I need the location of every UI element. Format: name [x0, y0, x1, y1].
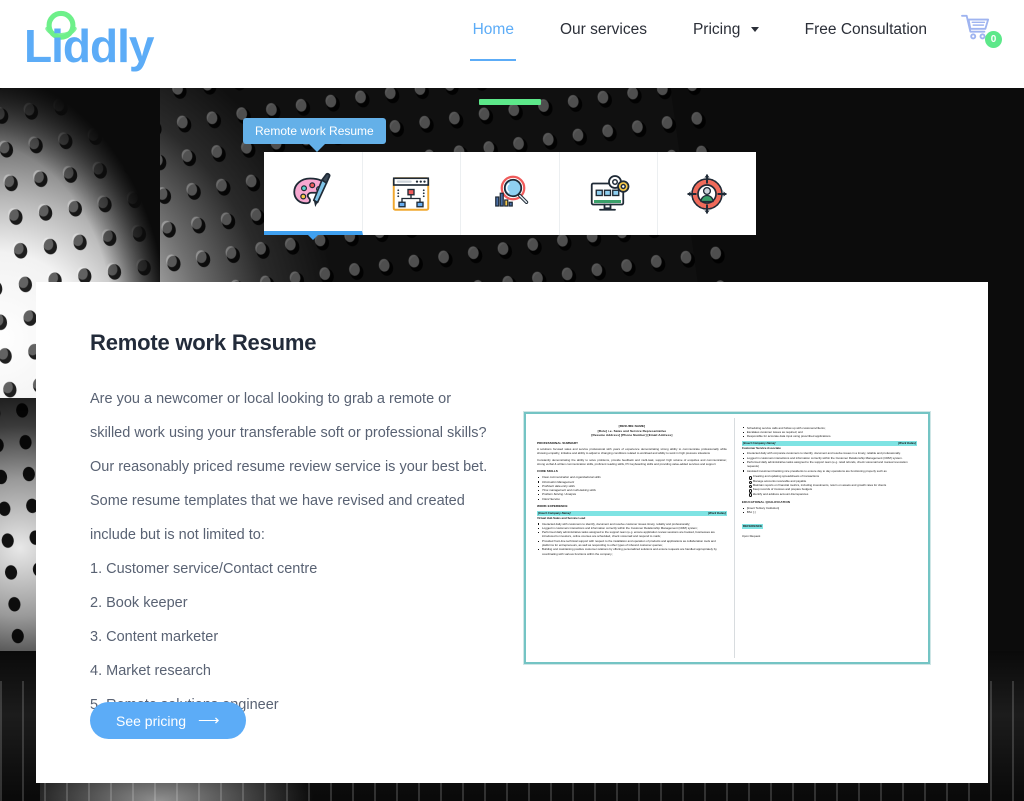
monitor-gears-icon [590, 174, 629, 211]
hero-accent-bar [479, 99, 541, 105]
list-item: 2. Book keeper [90, 595, 188, 611]
resume-summary-p1: A solutions focused sales and service pr… [537, 447, 727, 456]
list-item: 1. Customer service/Contact centre [90, 561, 318, 577]
target-person-icon [687, 173, 727, 214]
resume-bullet: Responsible for accurate data input usin… [742, 434, 917, 438]
resume-core-skills-list: Clear communication and organizational s… [537, 475, 727, 501]
nav-item-home[interactable]: Home [450, 7, 537, 53]
arrow-right-icon: ⟶ [198, 712, 220, 729]
description-line: include but is not limited to: [90, 527, 265, 543]
tab-recruitment[interactable] [658, 152, 756, 235]
resume-page-left: [RESUME NAME] [Role] i.e. Sales and Serv… [530, 418, 735, 658]
list-item: 4. Market research [90, 663, 211, 679]
resume-core-skills-heading: CORE SKILLS [537, 469, 558, 474]
nav-item-pricing[interactable]: Pricing [670, 7, 782, 53]
resume-education-heading: EDUCATIONAL QUALIFICATION [741, 499, 791, 504]
resume-bullet: Assisted investment banking vice preside… [742, 469, 917, 473]
main-nav: Home Our services Pricing Free Consultat… [450, 0, 1002, 60]
palette-brush-icon [293, 172, 331, 207]
cart-count-badge: 0 [985, 31, 1002, 48]
resume-dates: [Work Dates] [708, 511, 726, 516]
tab-tooltip: Remote work Resume [243, 118, 386, 152]
nav-item-our-services[interactable]: Our services [537, 7, 670, 53]
service-description: Are you a newcomer or local looking to g… [90, 382, 510, 722]
description-line: Some resume templates that we have revis… [90, 493, 465, 509]
resume-bullet: Building and maintaining positive custom… [537, 547, 727, 556]
resume-bullet: Performed daily administrative tasks ass… [537, 530, 727, 539]
page-title: Remote work Resume [90, 330, 317, 355]
nav-item-home-label: Home [472, 21, 514, 38]
resume-top-bullets: Scheduling service calls and follow up w… [742, 426, 917, 439]
service-detail-card: Remote work Resume Are you a newcomer or… [36, 282, 988, 783]
resume-template-preview[interactable]: [RESUME NAME] [Role] i.e. Sales and Serv… [524, 412, 930, 664]
resume-experience-list: Interacted daily with customers to ident… [537, 522, 727, 556]
resume-skill: Client Service [537, 497, 727, 501]
cart-button[interactable]: 0 [960, 13, 1002, 48]
resume-contact-line: [Resume Address] [Phone Number] [Email A… [591, 433, 673, 438]
logo[interactable]: Liddly [24, 8, 244, 78]
tab-website-design[interactable] [363, 152, 462, 235]
resume-summary-p2: Constantly demonstrating the ability to … [537, 457, 727, 467]
nav-item-free-consultation[interactable]: Free Consultation [782, 7, 950, 53]
resume-role: Customer Service Associate [741, 445, 781, 450]
resume-page-right: Scheduling service calls and follow up w… [735, 418, 924, 658]
service-tab-strip [264, 152, 756, 235]
resume-role: Virtual Hub Sales and Service Lead [537, 515, 586, 520]
browser-sitemap-icon [393, 176, 430, 211]
resume-summary-heading: PROFESSIONAL SUMMARY [537, 440, 579, 445]
description-line: skilled work using your transferable sof… [90, 425, 487, 441]
resume-bullet: Performed daily administrative tasks ass… [742, 460, 917, 469]
resume-education-item: BSc [.] [742, 510, 917, 514]
resume-education-list: [Insert Tertiary Institution] BSc [.] [742, 506, 917, 515]
nav-item-our-services-label: Our services [559, 21, 647, 38]
description-line: Are you a newcomer or local looking to g… [90, 391, 452, 407]
resume-sub-bullet: Identify and address account discrepanci… [748, 492, 917, 498]
resume-experience-list: Interacted daily with corporate customer… [742, 451, 917, 473]
tab-data-analysis[interactable] [461, 152, 560, 235]
tab-automation[interactable] [560, 152, 659, 235]
resume-work-heading: WORK EXPERIENCE [537, 504, 568, 509]
resume-reference-value: Upon Request [741, 534, 761, 539]
list-item: 3. Content marketer [90, 629, 219, 645]
resume-dates: [Work Dates] [898, 441, 916, 446]
nav-item-pricing-label: Pricing [692, 21, 741, 38]
chevron-down-icon [750, 27, 759, 33]
resume-sub-bullets: Creating and updating spreadsheets of tr… [748, 474, 917, 498]
resume-reference-heading: REFERENCE [741, 524, 764, 529]
logo-text: Liddly [24, 20, 154, 72]
see-pricing-label: See pricing [116, 712, 187, 729]
tab-remote-work-resume[interactable] [264, 152, 363, 235]
magnifier-bar-chart-icon [495, 175, 529, 207]
resume-bullet: Provided front-line technical support wi… [537, 539, 727, 548]
see-pricing-button[interactable]: See pricing ⟶ [90, 702, 246, 739]
description-line: Our reasonably priced resume review serv… [90, 459, 488, 475]
site-header: Liddly Home Our services Pricing Free Co… [0, 0, 1024, 88]
nav-item-free-consultation-label: Free Consultation [804, 21, 927, 38]
